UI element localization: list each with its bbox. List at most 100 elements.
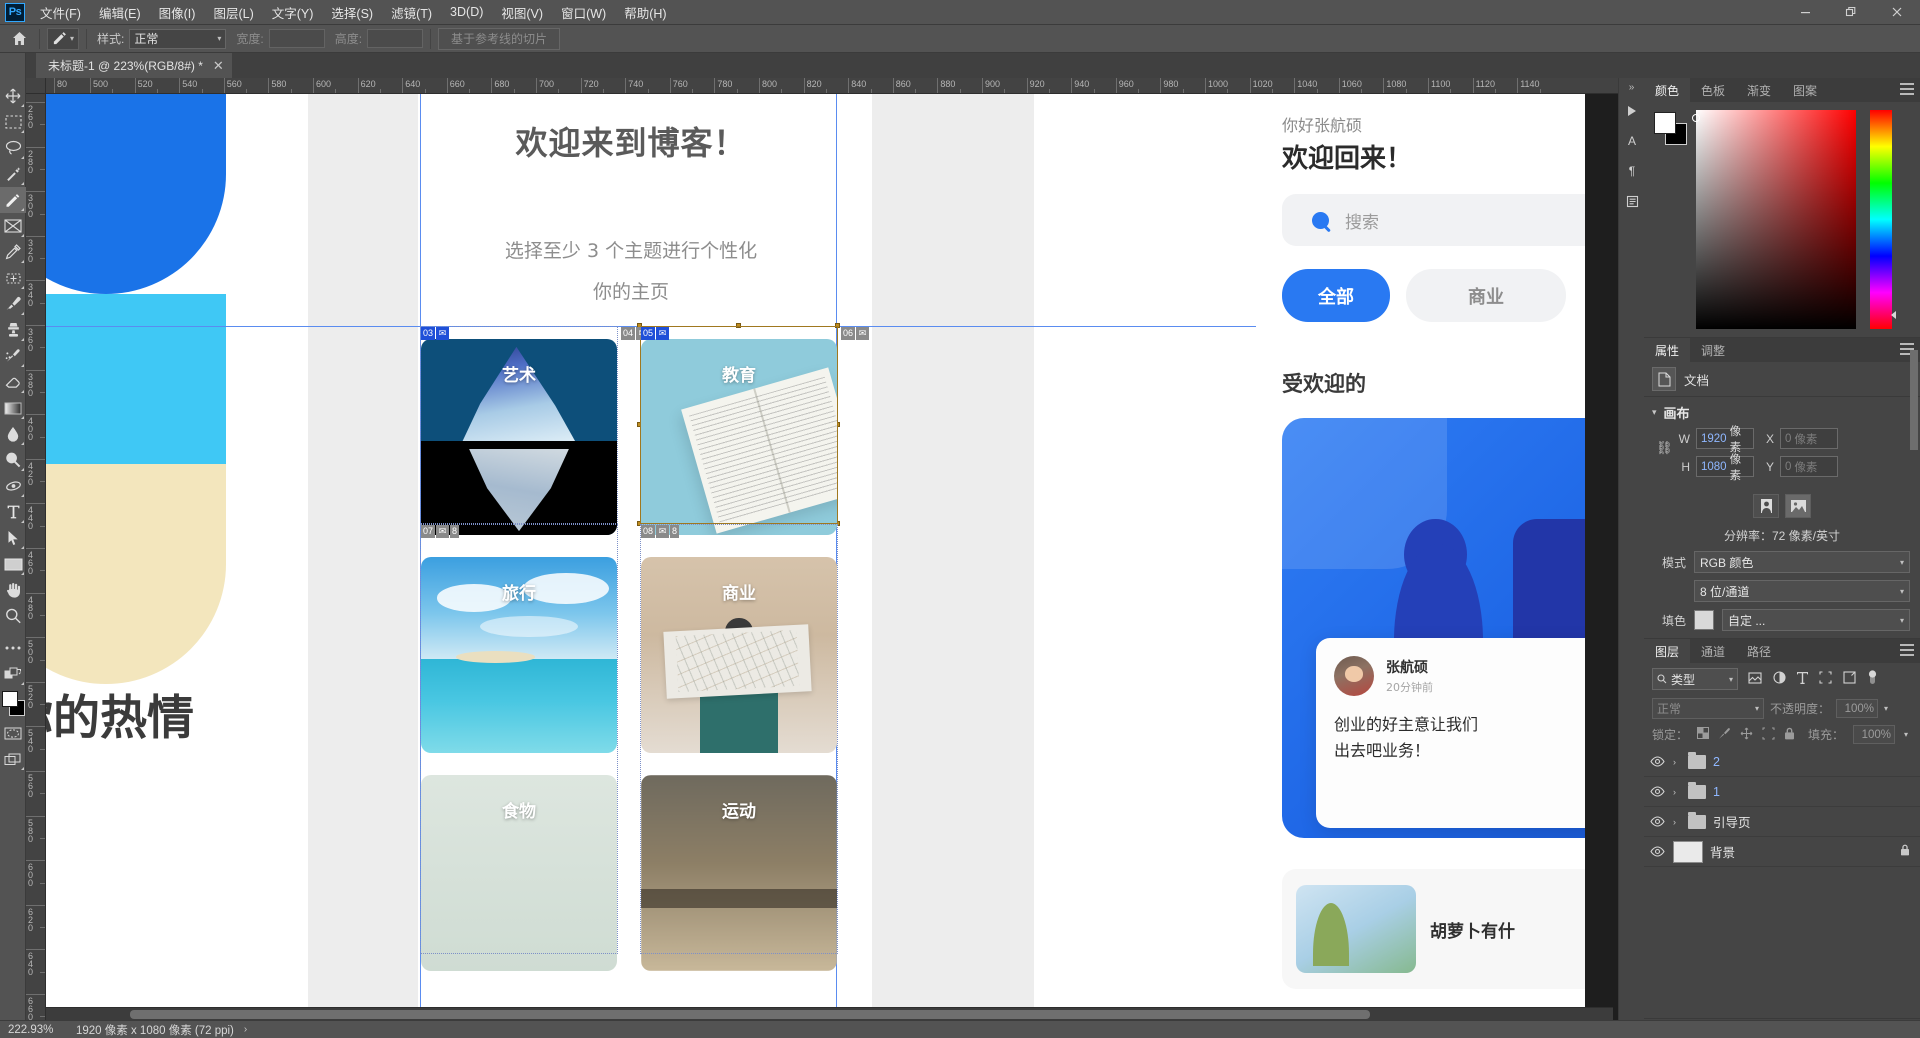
clone-stamp-tool[interactable]: [0, 317, 26, 343]
chevron-right-icon[interactable]: ›: [1673, 787, 1681, 797]
edit-toolbar-button[interactable]: [0, 635, 26, 661]
color-field[interactable]: [1692, 110, 1856, 329]
collapse-panels-icon[interactable]: »: [1619, 78, 1644, 96]
canvas-width-input[interactable]: 1920 像素: [1696, 426, 1754, 454]
spot-healing-brush-tool[interactable]: [0, 265, 26, 291]
scrollbar-thumb[interactable]: [130, 1010, 1370, 1019]
filter-toggle-switch[interactable]: [1867, 670, 1878, 688]
table-row[interactable]: 背景: [1644, 837, 1920, 867]
slice-badge-05[interactable]: 05 ✉: [641, 327, 670, 340]
layer-visibility-icon[interactable]: [1648, 756, 1666, 767]
document-tab[interactable]: 未标题-1 @ 223%(RGB/8#) * ✕: [36, 53, 232, 78]
lock-position-icon[interactable]: [1740, 727, 1753, 743]
slice-badge-06[interactable]: 06 ✉: [841, 327, 870, 340]
eyedropper-tool[interactable]: [0, 239, 26, 265]
chevron-down-icon[interactable]: ▾: [1884, 704, 1888, 713]
type-tool[interactable]: [0, 499, 26, 525]
chevron-down-icon[interactable]: ▾: [1904, 730, 1908, 739]
horizontal-ruler[interactable]: 80 500 520 540 560 580 600 620 640 660 680 700 720 74…: [46, 78, 1626, 94]
character-panel-icon[interactable]: A: [1619, 126, 1645, 156]
lasso-tool[interactable]: [0, 135, 26, 161]
slice-selected-05[interactable]: [640, 326, 838, 524]
path-selection-tool[interactable]: [0, 525, 26, 551]
color-swatches[interactable]: [0, 690, 26, 720]
gradient-tool[interactable]: [0, 395, 26, 421]
canvas-y-input[interactable]: 0 像素: [1780, 456, 1838, 477]
slices-from-guides-button[interactable]: 基于参考线的切片: [438, 27, 561, 50]
filter-smart-object-icon[interactable]: [1843, 671, 1856, 687]
history-brush-tool[interactable]: [0, 343, 26, 369]
marquee-tool[interactable]: [0, 109, 26, 135]
canvas-section-header[interactable]: ▾ 画布: [1644, 397, 1920, 428]
canvas-height-input[interactable]: 1080 像素: [1696, 454, 1754, 482]
height-input[interactable]: [367, 29, 424, 48]
vertical-ruler[interactable]: 260 280 300 320 340 360 380 400 420 440 460 480 500 5…: [26, 94, 46, 1020]
chevron-right-icon[interactable]: ›: [1673, 817, 1681, 827]
color-mode-select[interactable]: RGB 颜色 ▾: [1694, 551, 1910, 573]
paragraph-panel-icon[interactable]: ¶: [1619, 156, 1645, 186]
foreground-color-swatch[interactable]: [2, 691, 18, 707]
menu-filter[interactable]: 滤镜(T): [382, 0, 441, 26]
close-button[interactable]: [1874, 0, 1920, 25]
tab-adjustments[interactable]: 调整: [1690, 338, 1736, 362]
restore-button[interactable]: [1828, 0, 1874, 25]
panel-menu-icon[interactable]: [1900, 644, 1914, 656]
foreground-color-swatch[interactable]: [1654, 112, 1676, 134]
layer-visibility-icon[interactable]: [1648, 786, 1666, 797]
minimize-button[interactable]: [1782, 0, 1828, 25]
default-colors-icon[interactable]: [0, 661, 26, 687]
phone-filter-business[interactable]: 商业: [1406, 269, 1566, 322]
phone-secondary-card[interactable]: 胡萝卜有什: [1282, 869, 1585, 989]
phone-featured-card[interactable]: 张航硕 20分钟前 创业的好主意让我们 出去吧业务！: [1282, 418, 1585, 838]
slice-box-03[interactable]: [420, 326, 618, 524]
eraser-tool[interactable]: [0, 369, 26, 395]
filter-shape-icon[interactable]: [1819, 671, 1832, 687]
fill-preset-select[interactable]: 自定 ... ▾: [1722, 609, 1910, 631]
filter-type-icon[interactable]: [1797, 671, 1808, 687]
hue-slider[interactable]: [1870, 110, 1896, 329]
bit-depth-select[interactable]: 8 位/通道 ▾: [1694, 580, 1910, 602]
link-dimensions-icon[interactable]: ⛓: [1656, 440, 1673, 456]
lock-nesting-icon[interactable]: [1762, 727, 1775, 743]
filter-adjustment-icon[interactable]: [1773, 671, 1786, 687]
slice-badge-03[interactable]: 03 ✉: [421, 327, 450, 340]
scrollbar-thumb[interactable]: [1910, 350, 1918, 450]
tab-patterns[interactable]: 图案: [1782, 78, 1828, 102]
blur-tool[interactable]: [0, 421, 26, 447]
quick-mask-button[interactable]: [0, 720, 26, 746]
history-panel-icon[interactable]: [1619, 186, 1645, 216]
layer-filter-type-select[interactable]: 类型 ▾: [1652, 668, 1738, 690]
tab-paths[interactable]: 路径: [1736, 639, 1782, 663]
fill-value[interactable]: 100%: [1853, 725, 1896, 744]
tab-channels[interactable]: 通道: [1690, 639, 1736, 663]
menu-file[interactable]: 文件(F): [31, 0, 90, 26]
slice-box-07[interactable]: [420, 524, 618, 954]
properties-scrollbar[interactable]: [1910, 338, 1918, 638]
close-icon[interactable]: ✕: [213, 58, 224, 74]
ruler-corner[interactable]: [26, 78, 46, 94]
style-select[interactable]: 正常 ▾: [129, 28, 227, 49]
portrait-orientation-button[interactable]: [1753, 494, 1779, 518]
hand-tool[interactable]: [0, 577, 26, 603]
blend-mode-select[interactable]: 正常 ▾: [1652, 698, 1764, 719]
slice-tool[interactable]: [0, 187, 26, 213]
zoom-tool[interactable]: [0, 603, 26, 629]
menu-layer[interactable]: 图层(L): [204, 0, 262, 26]
menu-select[interactable]: 选择(S): [322, 0, 382, 26]
lock-image-pixels-icon[interactable]: [1718, 727, 1731, 743]
panel-menu-icon[interactable]: [1900, 83, 1914, 95]
move-tool[interactable]: [0, 83, 26, 109]
libraries-icon[interactable]: [1619, 96, 1645, 126]
fill-color-swatch[interactable]: [1694, 610, 1714, 630]
frame-tool[interactable]: [0, 213, 26, 239]
quick-selection-tool[interactable]: [0, 161, 26, 187]
menu-view[interactable]: 视图(V): [492, 0, 552, 26]
tab-layers[interactable]: 图层: [1644, 639, 1691, 663]
menu-type[interactable]: 文字(Y): [263, 0, 323, 26]
opacity-value[interactable]: 100%: [1836, 699, 1879, 718]
menu-window[interactable]: 窗口(W): [552, 0, 615, 26]
landscape-orientation-button[interactable]: [1785, 494, 1811, 518]
slice-badge-07[interactable]: 07 ✉ 8: [421, 525, 460, 538]
menu-edit[interactable]: 编辑(E): [90, 0, 150, 26]
menu-help[interactable]: 帮助(H): [615, 0, 675, 26]
